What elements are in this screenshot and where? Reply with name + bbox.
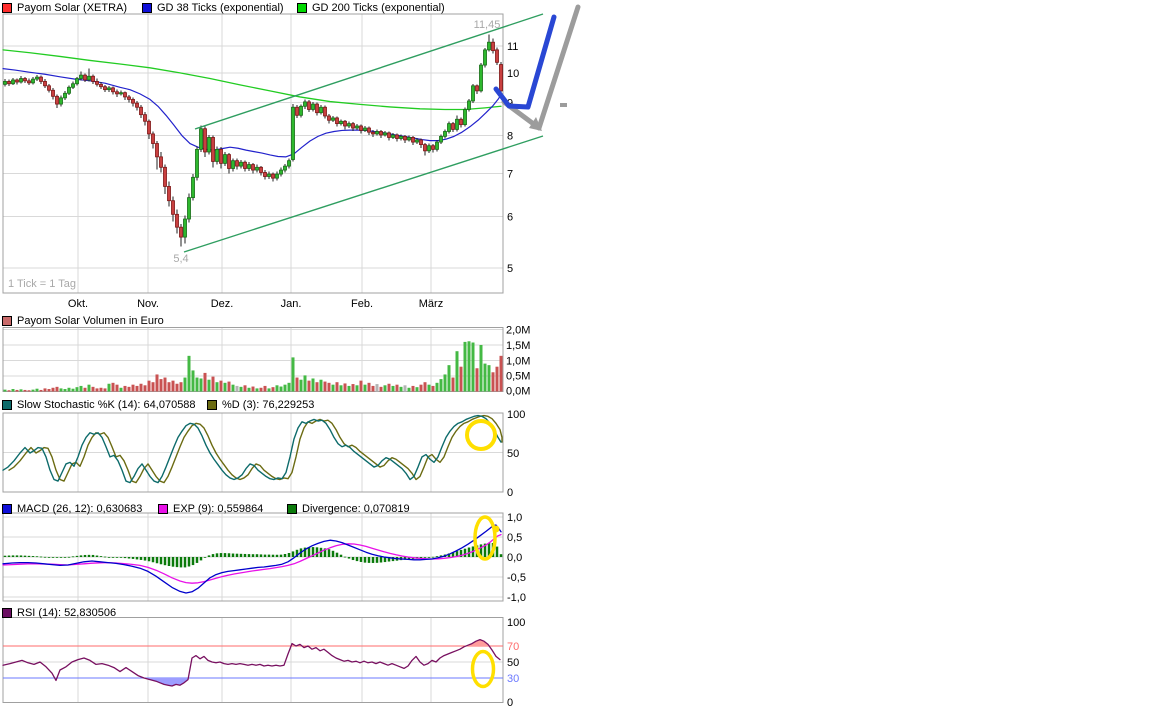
rsi-overbought-fill [292, 639, 489, 646]
svg-text:0,0: 0,0 [507, 552, 522, 564]
legend-label: EXP (9): 0,559864 [173, 502, 264, 515]
legend-rsi: RSI (14): 52,830506 [2, 606, 116, 619]
svg-text:März: März [419, 298, 443, 310]
svg-text:1,0M: 1,0M [506, 356, 530, 368]
legend-label: RSI (14): 52,830506 [17, 606, 117, 619]
legend-label: %D (3): 76,229253 [222, 398, 315, 411]
svg-text:70: 70 [507, 641, 519, 653]
svg-text:Okt.: Okt. [68, 298, 88, 310]
stochastic-grid [2, 412, 504, 493]
gd38-swatch-icon [142, 2, 152, 13]
legend-label: GD 38 Ticks (exponential) [157, 1, 284, 14]
svg-text:8: 8 [507, 131, 513, 143]
legend-stoch-k: Slow Stochastic %K (14): 64,070588 [2, 398, 196, 411]
stochastic-panel: 100 50 0 [2, 409, 525, 499]
macd-swatch-icon [2, 503, 12, 514]
svg-text:2,0M: 2,0M [506, 325, 530, 337]
svg-text:1 Tick = 1 Tag: 1 Tick = 1 Tag [8, 278, 76, 290]
svg-text:100: 100 [507, 617, 525, 629]
main-grid [2, 13, 504, 294]
svg-text:11: 11 [507, 41, 518, 53]
svg-text:Dez.: Dez. [211, 298, 234, 310]
macd-y-labels: 1,0 0,5 0,0 -0,5 -1,0 [507, 512, 526, 604]
rsi-panel: 100 70 50 30 0 [2, 617, 525, 709]
legend-main-gd200: GD 200 Ticks (exponential) [297, 1, 445, 14]
main-y-labels: 111098765 [507, 41, 519, 275]
svg-text:0,5: 0,5 [507, 532, 522, 544]
macd-highlight-dot [492, 525, 500, 533]
legend-stoch-d: %D (3): 76,229253 [207, 398, 314, 411]
month-labels: Okt. Nov. Dez. Jan. Feb. März [68, 298, 443, 310]
volume-y-labels: 2,0M 1,5M 1,0M 0,5M 0,0M [506, 325, 530, 398]
svg-text:0,5M: 0,5M [506, 371, 530, 383]
svg-text:7: 7 [507, 168, 513, 180]
svg-text:10: 10 [507, 68, 519, 80]
volume-swatch-icon [2, 315, 12, 326]
svg-text:6: 6 [507, 212, 513, 224]
svg-text:1,0: 1,0 [507, 512, 522, 524]
stoch-d-swatch-icon [207, 399, 217, 410]
svg-text:30: 30 [507, 673, 519, 685]
legend-main-payom: Payom Solar (XETRA) [2, 1, 127, 14]
svg-text:50: 50 [507, 448, 519, 460]
svg-text:-0,5: -0,5 [507, 572, 526, 584]
stochastic-y-labels: 100 50 0 [507, 409, 525, 499]
legend-label: GD 200 Ticks (exponential) [312, 1, 445, 14]
main-price-panel: 111098765Okt. Nov. Dez. Jan. Feb. März11,455,… [2, 13, 544, 310]
svg-text:0: 0 [507, 697, 513, 709]
svg-text:11,45: 11,45 [474, 19, 501, 31]
svg-text:5,4: 5,4 [173, 253, 188, 265]
blue-forecast-arrow [493, 14, 557, 110]
macd-panel: 1,0 0,5 0,0 -0,5 -1,0 [2, 512, 526, 604]
svg-text:100: 100 [507, 409, 525, 421]
svg-text:Jan.: Jan. [281, 298, 302, 310]
divergence-swatch-icon [287, 503, 297, 514]
svg-text:50: 50 [507, 657, 519, 669]
svg-text:-1,0: -1,0 [507, 592, 526, 604]
legend-label: Payom Solar Volumen in Euro [17, 314, 164, 327]
chart-canvas: 111098765Okt. Nov. Dez. Jan. Feb. März11,455,… [2, 4, 581, 709]
rsi-swatch-icon [2, 607, 12, 618]
payom-solar-swatch-icon [2, 2, 12, 13]
volume-grid [2, 327, 504, 392]
legend-main-gd38: GD 38 Ticks (exponential) [142, 1, 284, 14]
exp-swatch-icon [158, 503, 168, 514]
rsi-y-labels: 100 70 50 30 0 [507, 617, 525, 709]
stoch-highlight-circle [465, 419, 497, 451]
stoch-k-swatch-icon [2, 399, 12, 410]
stock-analysis-chart: 11 10 9 8 7 6 5 Okt. Nov. Dez. Jan. Feb. März 11,45 5,… [0, 0, 1152, 710]
legend-label: Payom Solar (XETRA) [17, 1, 128, 14]
legend-label: Slow Stochastic %K (14): 64,070588 [17, 398, 196, 411]
legend-macd: MACD (26, 12): 0,630683 [2, 502, 142, 515]
legend-label: MACD (26, 12): 0,630683 [17, 502, 143, 515]
svg-text:Nov.: Nov. [137, 298, 159, 310]
volume-panel: 2,0M 1,5M 1,0M 0,5M 0,0M [2, 325, 530, 398]
svg-text:Feb.: Feb. [351, 298, 373, 310]
svg-text:0: 0 [507, 487, 513, 499]
legend-macd-exp: EXP (9): 0,559864 [158, 502, 263, 515]
rsi-highlight-ellipse [470, 649, 496, 689]
svg-text:0,0M: 0,0M [506, 386, 530, 398]
svg-text:1,5M: 1,5M [506, 340, 530, 352]
legend-label: Divergence: 0,070819 [302, 502, 410, 515]
stoch-d-line [8, 414, 503, 484]
legend-macd-divergence: Divergence: 0,070819 [287, 502, 410, 515]
gd200-swatch-icon [297, 2, 307, 13]
gray-dash-mark [560, 103, 567, 107]
legend-volume: Payom Solar Volumen in Euro [2, 314, 164, 327]
svg-text:5: 5 [507, 263, 513, 275]
